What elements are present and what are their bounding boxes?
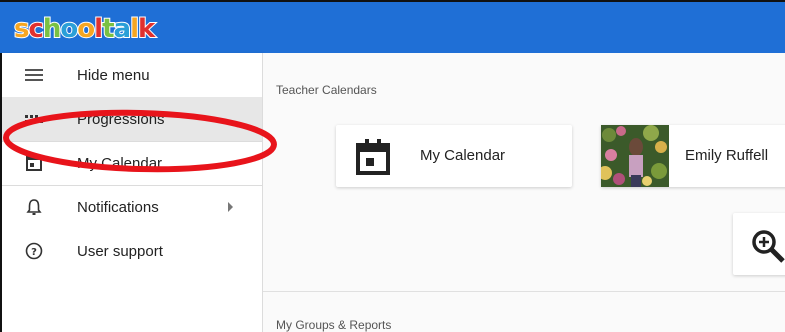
section-divider	[263, 291, 785, 292]
section-title-groups-reports: My Groups & Reports	[276, 318, 392, 332]
top-bar: schooltalk	[0, 0, 785, 53]
sidebar-item-notifications[interactable]: Notifications	[0, 185, 262, 229]
svg-text:?: ?	[31, 247, 37, 258]
logo-letter: c	[27, 13, 45, 45]
sidebar-item-label: Hide menu	[77, 66, 150, 84]
help-icon: ?	[24, 241, 44, 261]
logo-letter: s	[13, 13, 31, 45]
card-label: My Calendar	[420, 147, 506, 164]
sidebar-item-progressions[interactable]: Progressions	[0, 97, 262, 141]
logo-letter: a	[113, 13, 132, 45]
logo-letter: k	[137, 13, 156, 45]
zoom-in-icon	[751, 229, 785, 270]
calendar-icon	[356, 139, 390, 180]
window-edge	[0, 53, 2, 332]
chevron-right-icon	[228, 202, 233, 212]
sidebar-menu: Hide menu Progressions My Calendar Notif…	[0, 53, 263, 332]
sidebar-item-label: My Calendar	[77, 154, 163, 172]
sidebar-item-hide-menu[interactable]: Hide menu	[0, 53, 262, 97]
calendar-icon	[24, 153, 44, 173]
sidebar-item-my-calendar[interactable]: My Calendar	[0, 141, 262, 185]
logo-letter: l	[93, 13, 104, 45]
menu-icon	[24, 65, 44, 85]
calendar-card-my-calendar[interactable]: My Calendar	[336, 125, 572, 187]
zoom-card[interactable]	[733, 213, 785, 275]
sidebar-item-label: Progressions	[77, 110, 165, 128]
bell-icon	[24, 197, 44, 217]
grid-icon	[24, 109, 44, 129]
calendar-card-emily-ruffell[interactable]: Emily Ruffell	[601, 125, 785, 187]
logo-text: schooltalk	[13, 13, 156, 45]
logo-letter: t	[101, 13, 116, 45]
card-label: Emily Ruffell	[685, 147, 769, 164]
sidebar-item-label: Notifications	[77, 198, 159, 216]
sidebar-item-user-support[interactable]: ? User support	[0, 229, 262, 273]
logo-letter: l	[129, 13, 140, 45]
logo-letter: o	[59, 13, 79, 45]
sidebar-item-label: User support	[77, 242, 163, 260]
logo-letter: o	[76, 13, 96, 45]
avatar	[601, 125, 669, 187]
schooltalk-logo[interactable]: schooltalk	[13, 12, 156, 46]
logo-letter: h	[42, 13, 62, 45]
section-title-teacher-calendars: Teacher Calendars	[276, 83, 377, 97]
